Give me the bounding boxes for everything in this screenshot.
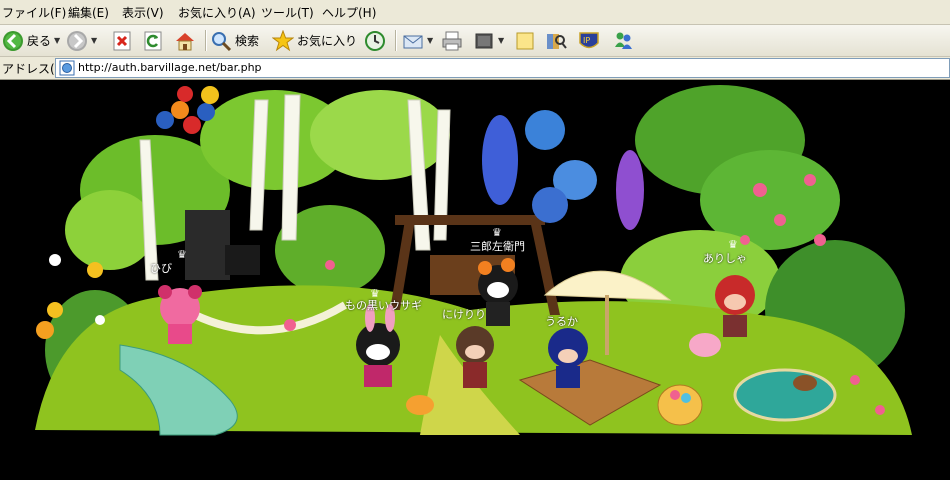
egg-basket (657, 384, 703, 426)
garden-scene (35, 85, 912, 436)
ip-badge-icon: IP (578, 30, 600, 52)
research-button[interactable] (545, 28, 567, 53)
back-dropdown-icon[interactable]: ▼ (54, 36, 60, 45)
search-label: 検索 (235, 34, 260, 48)
toolbar: 戻る ▼ ▼ 検索 お気に入り ▼ ▼ IP (0, 25, 950, 57)
search-icon (210, 30, 232, 52)
toolbar-separator (395, 30, 397, 51)
refresh-button[interactable] (142, 28, 164, 53)
search-button[interactable]: 検索 (210, 28, 259, 53)
menu-bar: ファイル(F) 編集(E) 表示(V) お気に入り(A) ツール(T) ヘルプ(… (0, 0, 950, 25)
svg-text:IP: IP (583, 36, 590, 45)
address-bar: アドレス(D) http://auth.barvillage.net/bar.p… (0, 57, 950, 80)
toolbar-separator (205, 30, 207, 51)
messenger-icon (612, 30, 634, 52)
back-label: 戻る (27, 34, 52, 48)
orange-cat (406, 395, 434, 415)
discuss-button[interactable] (514, 28, 536, 53)
home-button[interactable] (174, 28, 196, 53)
address-input[interactable]: http://auth.barvillage.net/bar.php (55, 58, 950, 78)
avatar-name-nike[interactable]: にけりり (442, 306, 486, 322)
print-button[interactable] (441, 28, 463, 53)
history-icon (364, 30, 386, 52)
favorites-label: お気に入り (297, 34, 358, 48)
stop-button[interactable] (111, 28, 133, 53)
avatar-name-arisha[interactable]: ありしゃ (703, 250, 747, 266)
edit-dropdown-icon[interactable]: ▼ (498, 36, 504, 45)
menu-favorites[interactable]: お気に入り(A) (178, 4, 256, 21)
menu-tools[interactable]: ツール(T) (261, 4, 314, 21)
mail-dropdown-icon[interactable]: ▼ (427, 36, 433, 45)
favorites-button[interactable]: お気に入り (272, 28, 357, 53)
note-icon (514, 30, 536, 52)
messenger-button[interactable] (612, 28, 634, 53)
refresh-icon (142, 30, 164, 52)
game-viewport[interactable]: ♛ ひび ♛ 三郎左衛門 ♛ ありしゃ ♛ もの黒いウサギ にけりり うるか (0, 80, 950, 480)
blue-flowers (482, 110, 644, 230)
pink-pig (689, 333, 721, 357)
printer-icon (441, 30, 463, 52)
mail-button[interactable]: ▼ (402, 28, 433, 53)
star-icon (272, 29, 294, 52)
avatar-name-hibi[interactable]: ひび (150, 260, 172, 276)
avatar-name-usagi[interactable]: もの黒いウサギ (345, 297, 422, 313)
stop-icon (111, 30, 133, 52)
ip-button[interactable]: IP (578, 28, 600, 53)
home-icon (174, 30, 196, 52)
menu-view[interactable]: 表示(V) (122, 4, 164, 21)
edit-button[interactable]: ▼ (473, 28, 504, 53)
pond (733, 368, 837, 422)
avatar-name-uruka[interactable]: うるか (545, 313, 578, 329)
forward-arrow-icon (66, 30, 88, 52)
menu-edit[interactable]: 編集(E) (68, 4, 109, 21)
avatar-name-saburo[interactable]: 三郎左衛門 (470, 238, 525, 254)
address-url: http://auth.barvillage.net/bar.php (78, 61, 262, 74)
edit-page-icon (473, 30, 495, 52)
shrine-sign (185, 210, 260, 280)
forward-dropdown-icon[interactable]: ▼ (91, 36, 97, 45)
crown-icon: ♛ (177, 248, 187, 261)
page-icon (59, 60, 75, 79)
menu-file[interactable]: ファイル(F) (2, 4, 66, 21)
menu-help[interactable]: ヘルプ(H) (322, 4, 376, 21)
back-arrow-icon (2, 30, 24, 52)
mail-icon (402, 30, 424, 52)
research-icon (545, 30, 567, 52)
forward-button[interactable]: ▼ (66, 28, 97, 53)
history-button[interactable] (364, 28, 386, 53)
back-button[interactable]: 戻る ▼ (2, 28, 60, 53)
